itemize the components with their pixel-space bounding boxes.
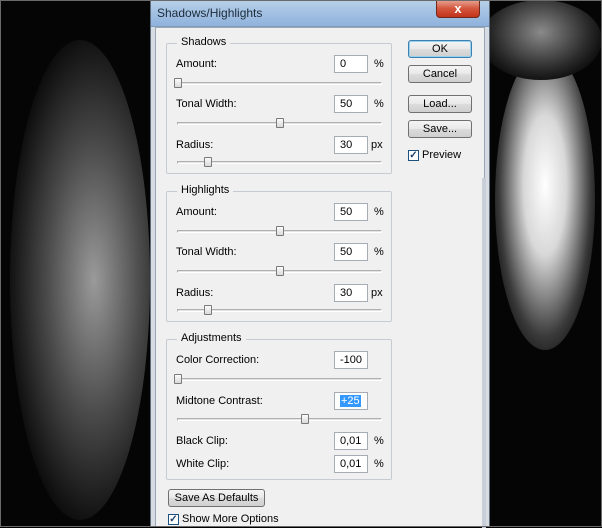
photo-highlight-left: [10, 40, 150, 520]
adjustments-group: Adjustments Color Correction: -100 Midto…: [166, 332, 392, 480]
black-clip-label: Black Clip:: [176, 435, 228, 447]
white-clip-field[interactable]: 0,01: [334, 455, 368, 473]
black-clip-unit: %: [374, 435, 384, 447]
shadows-group-title: Shadows: [177, 36, 231, 48]
highlights-tonal-width-unit: %: [374, 246, 384, 258]
midtone-contrast-field[interactable]: +25: [334, 392, 368, 410]
show-more-options-label: Show More Options: [182, 513, 279, 525]
shadows-radius-field[interactable]: 30: [334, 136, 368, 154]
midtone-contrast-label: Midtone Contrast:: [176, 395, 263, 407]
highlights-tonal-width-label: Tonal Width:: [176, 246, 237, 258]
highlights-tonal-width-slider[interactable]: [177, 266, 382, 276]
shadows-radius-unit: px: [371, 139, 383, 151]
shadows-tonal-width-slider-thumb[interactable]: [275, 118, 284, 128]
show-more-options-checkbox[interactable]: ✓ Show More Options: [168, 513, 279, 525]
highlights-amount-label: Amount:: [176, 206, 217, 218]
highlights-tonal-width-slider-thumb[interactable]: [275, 266, 284, 276]
shadows-tonal-width-field[interactable]: 50: [334, 95, 368, 113]
white-clip-label: White Clip:: [176, 458, 230, 470]
midtone-contrast-slider-thumb[interactable]: [300, 414, 309, 424]
highlights-group-title: Highlights: [177, 184, 234, 196]
shadows-tonal-width-slider[interactable]: [177, 118, 382, 128]
highlights-amount-slider-thumb[interactable]: [275, 226, 284, 236]
preview-check-icon[interactable]: ✓: [408, 149, 419, 161]
shadows-radius-slider[interactable]: [177, 157, 382, 167]
shadows-radius-slider-thumb[interactable]: [204, 157, 213, 167]
ok-button[interactable]: OK: [408, 40, 472, 58]
shadows-amount-slider[interactable]: [174, 78, 382, 88]
photo-highlight-right: [495, 50, 595, 350]
color-correction-slider-thumb[interactable]: [174, 374, 182, 384]
title-bar[interactable]: Shadows/Highlights x: [151, 0, 489, 27]
shadows-amount-label: Amount:: [176, 58, 217, 70]
preview-label: Preview: [422, 149, 462, 161]
window-title: Shadows/Highlights: [157, 6, 263, 20]
shadows-group: Shadows Amount: 0 % Tonal Width: 50 % Ra…: [166, 36, 392, 174]
color-correction-label: Color Correction:: [176, 354, 260, 366]
cancel-button[interactable]: Cancel: [408, 65, 472, 83]
highlights-radius-slider[interactable]: [177, 305, 382, 315]
highlights-radius-unit: px: [371, 287, 383, 299]
shadows-tonal-width-unit: %: [374, 98, 384, 110]
highlights-group: Highlights Amount: 50 % Tonal Width: 50 …: [166, 184, 392, 322]
show-more-options-check-icon[interactable]: ✓: [168, 513, 179, 525]
preview-checkbox[interactable]: ✓ Preview: [408, 149, 461, 161]
shadows-amount-slider-thumb[interactable]: [174, 78, 182, 88]
shadows-amount-field[interactable]: 0: [334, 55, 368, 73]
highlights-radius-label: Radius:: [176, 287, 214, 299]
dialog-edge-strip: [482, 178, 486, 528]
close-button[interactable]: x: [436, 0, 480, 18]
highlights-radius-slider-thumb[interactable]: [204, 305, 213, 315]
shadows-radius-label: Radius:: [176, 139, 214, 151]
close-icon: x: [454, 1, 462, 16]
dialog-client-area: Shadows Amount: 0 % Tonal Width: 50 % Ra…: [155, 27, 486, 528]
load-button[interactable]: Load...: [408, 95, 472, 113]
color-correction-field[interactable]: -100: [334, 351, 368, 369]
highlights-radius-field[interactable]: 30: [334, 284, 368, 302]
color-correction-slider[interactable]: [174, 374, 382, 384]
save-button[interactable]: Save...: [408, 120, 472, 138]
photo-highlight-top: [480, 0, 602, 80]
shadows-amount-unit: %: [374, 58, 384, 70]
highlights-amount-field[interactable]: 50: [334, 203, 368, 221]
highlights-amount-unit: %: [374, 206, 384, 218]
save-as-defaults-button[interactable]: Save As Defaults: [168, 489, 265, 507]
white-clip-unit: %: [374, 458, 384, 470]
highlights-tonal-width-field[interactable]: 50: [334, 243, 368, 261]
shadows-tonal-width-label: Tonal Width:: [176, 98, 237, 110]
shadows-highlights-dialog: Shadows/Highlights x Shadows Amount: 0 %…: [150, 0, 490, 528]
midtone-contrast-slider[interactable]: [177, 414, 382, 424]
adjustments-group-title: Adjustments: [177, 332, 246, 344]
highlights-amount-slider[interactable]: [177, 226, 382, 236]
black-clip-field[interactable]: 0,01: [334, 432, 368, 450]
